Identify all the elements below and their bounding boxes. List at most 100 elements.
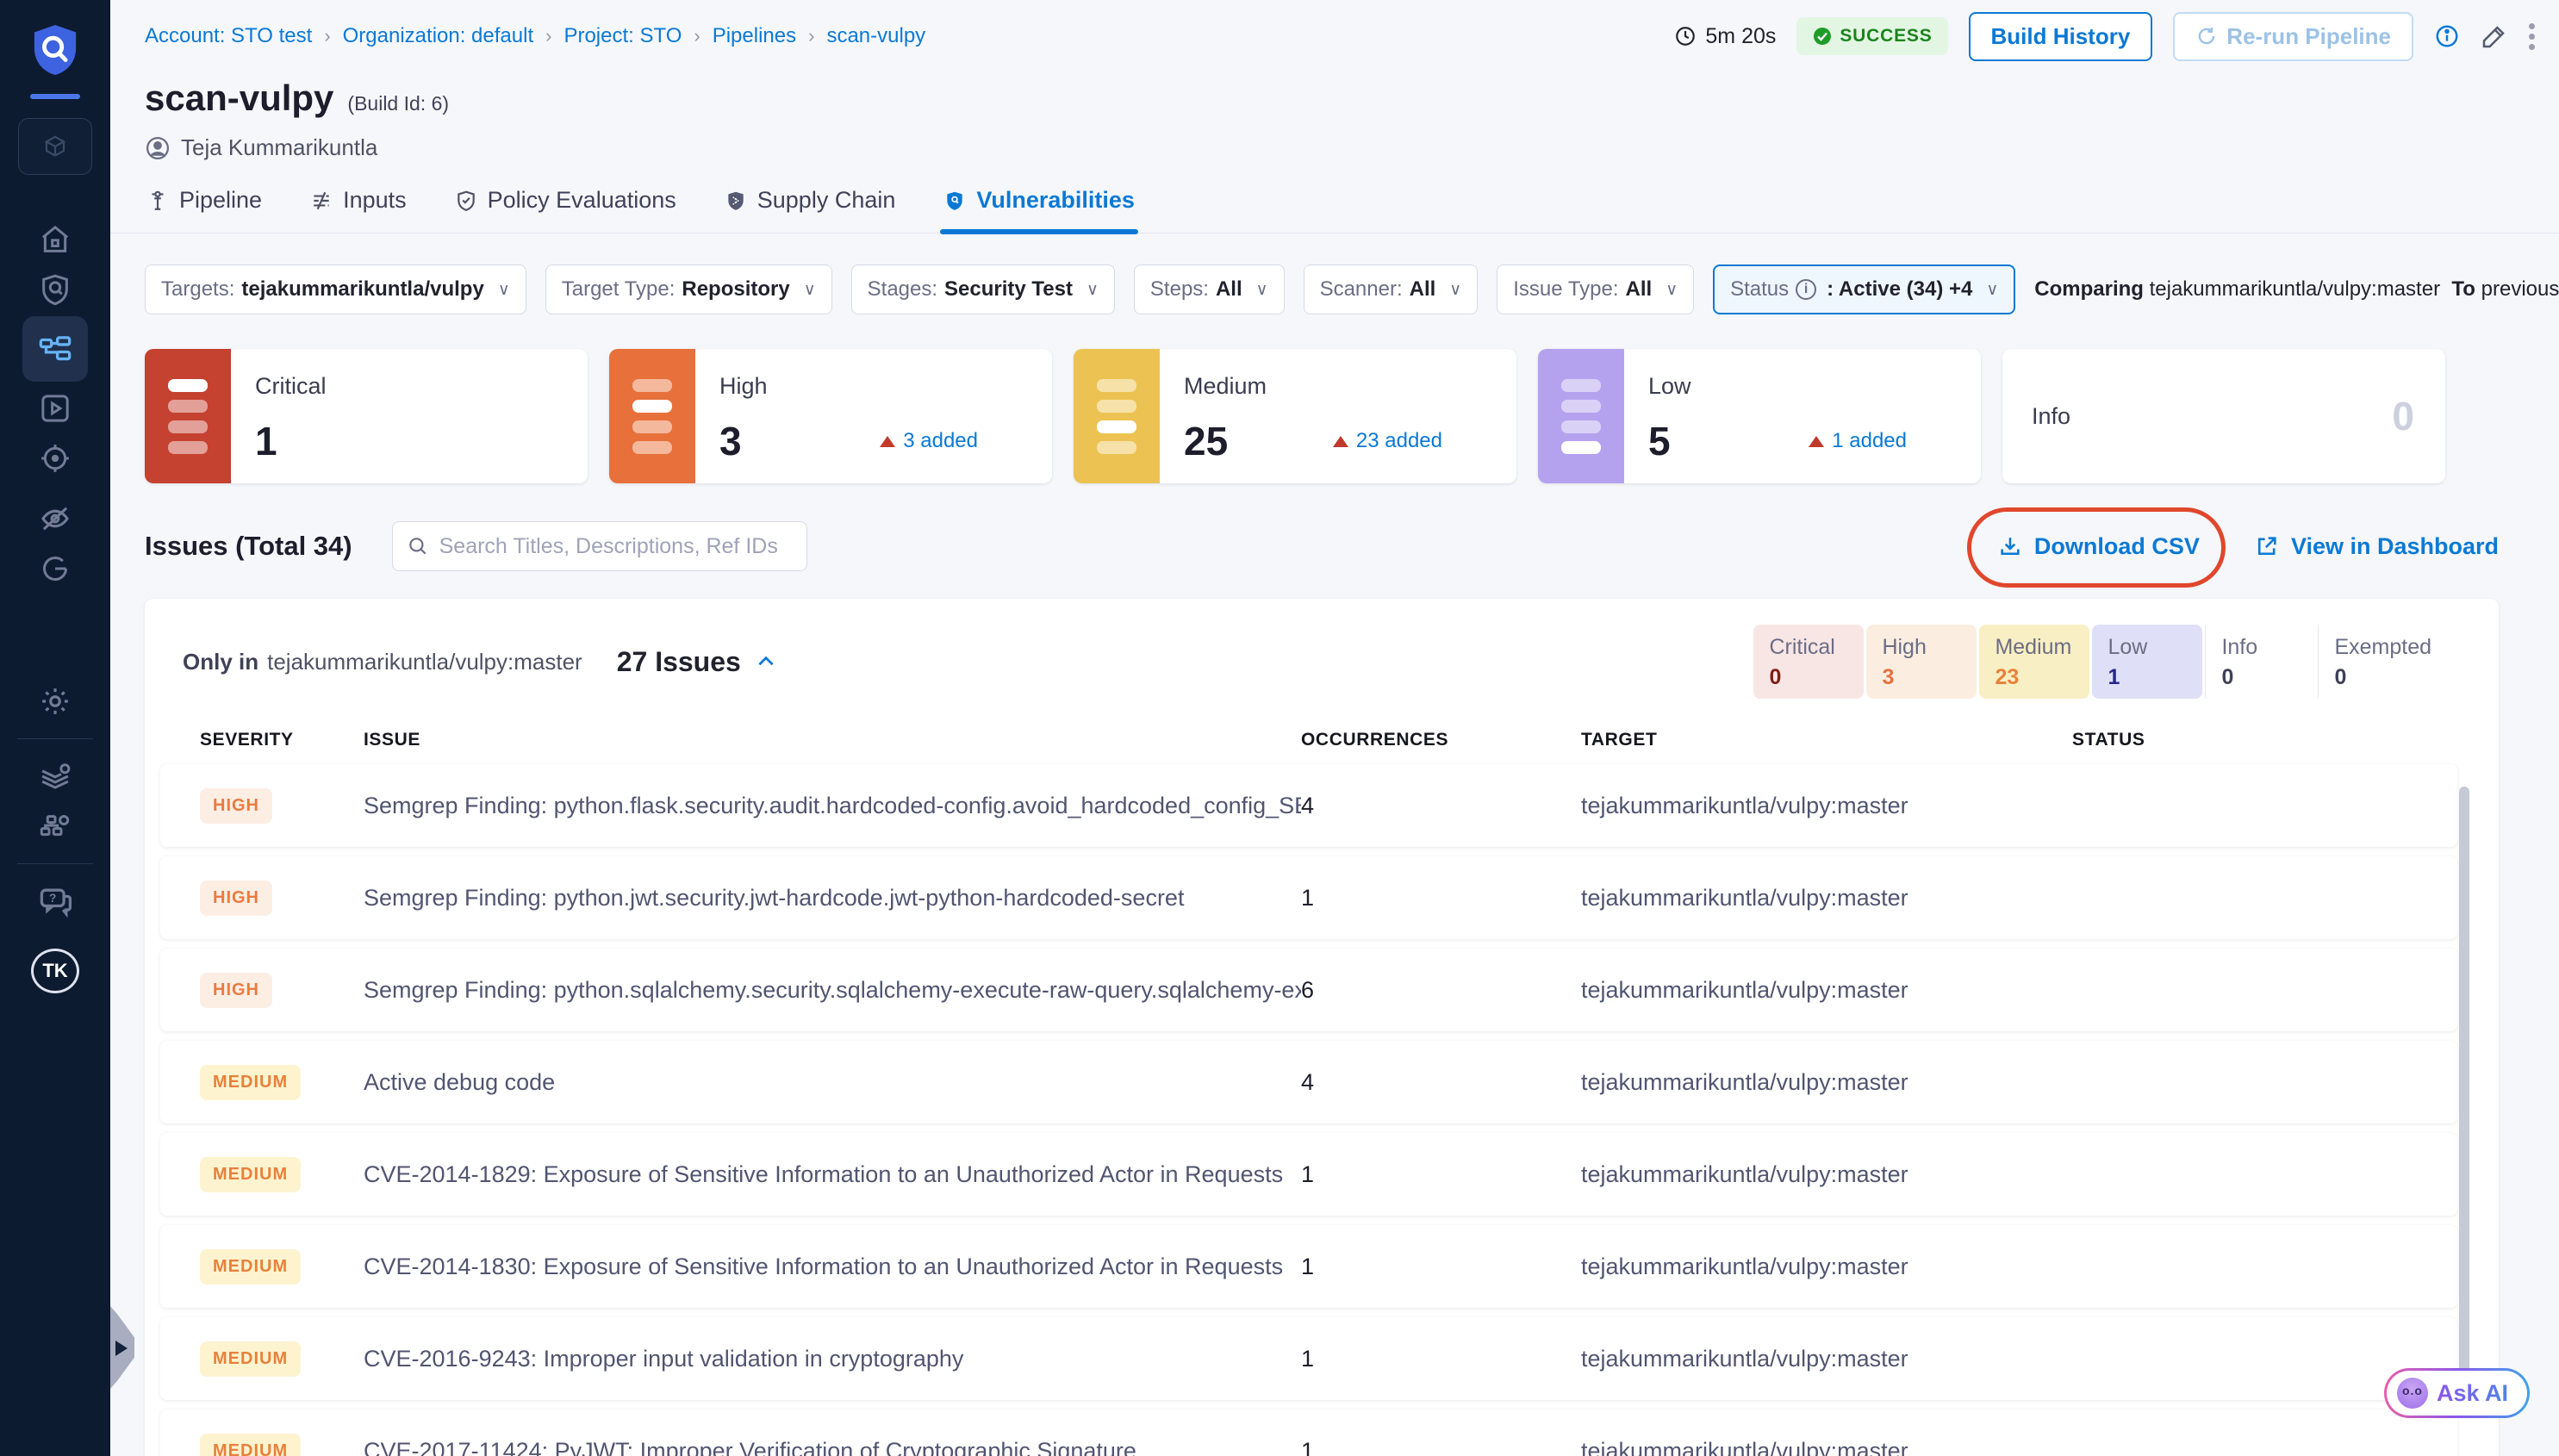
group-severity-summary: Critical0 High3 Medium23 Low1 Info0 Exem…: [1753, 625, 2449, 699]
filter-targets[interactable]: Targets:tejakummarikuntla/vulpy∨: [145, 264, 526, 314]
card-count: 0: [2392, 393, 2414, 439]
breadcrumb-account[interactable]: Account: STO test: [145, 24, 312, 48]
chevron-down-icon: ∨: [804, 280, 816, 300]
group-issue-count[interactable]: 27 Issues: [617, 646, 777, 678]
author-name: Teja Kummarikuntla: [181, 134, 377, 161]
chip-critical: Critical0: [1753, 625, 1864, 699]
triangle-up-icon: [1333, 436, 1348, 447]
table-row[interactable]: HIGH Semgrep Finding: python.jwt.securit…: [160, 856, 2457, 939]
triangle-up-icon: [1809, 436, 1824, 447]
breadcrumb: Account: STO test › Organization: defaul…: [145, 24, 925, 48]
occurrences: 6: [1301, 977, 1581, 1004]
filter-scanner[interactable]: Scanner:All∨: [1304, 264, 1479, 314]
table-row[interactable]: HIGH Semgrep Finding: python.sqlalchemy.…: [160, 949, 2457, 1031]
status-badge: SUCCESS: [1796, 17, 1947, 55]
filter-steps[interactable]: Steps:All∨: [1134, 264, 1285, 314]
sidebar-item-executions[interactable]: [22, 383, 88, 433]
target: tejakummarikuntla/vulpy:master: [1581, 1254, 2072, 1280]
issue-title: Semgrep Finding: python.flask.security.a…: [364, 793, 1301, 819]
issues-table: HIGH Semgrep Finding: python.flask.secur…: [145, 764, 2499, 1456]
sidebar-item-get-started[interactable]: [22, 544, 88, 594]
tab-policy-evaluations[interactable]: Policy Evaluations: [455, 187, 676, 233]
rerun-pipeline-button[interactable]: Re-run Pipeline: [2173, 12, 2413, 61]
download-icon: [1998, 534, 2022, 558]
issue-title: CVE-2014-1830: Exposure of Sensitive Inf…: [364, 1254, 1301, 1280]
filter-bar: Targets:tejakummarikuntla/vulpy∨ Target …: [110, 233, 2559, 314]
sidebar-item-settings[interactable]: [22, 676, 88, 726]
sidebar-item-pipelines[interactable]: [22, 316, 88, 382]
breadcrumb-current-pipeline[interactable]: scan-vulpy: [826, 24, 925, 48]
target: tejakummarikuntla/vulpy:master: [1581, 793, 2072, 819]
triangle-up-icon: [880, 436, 895, 447]
user-avatar[interactable]: TK: [31, 949, 79, 993]
added-count: 1 added: [1809, 429, 1907, 453]
table-row[interactable]: MEDIUM CVE-2014-1830: Exposure of Sensit…: [160, 1225, 2457, 1308]
col-target: TARGET: [1581, 730, 2072, 750]
check-circle-icon: [1812, 26, 1833, 47]
filter-issue-type[interactable]: Issue Type:All∨: [1497, 264, 1694, 314]
chevron-down-icon: ∨: [1666, 280, 1678, 300]
card-label: Low: [1648, 373, 1958, 400]
shield-vulnerabilities-icon: [943, 190, 966, 212]
issues-search[interactable]: [392, 521, 807, 571]
severity-badge: MEDIUM: [200, 1434, 301, 1456]
sidebar-item-ignored[interactable]: [22, 494, 88, 544]
info-icon[interactable]: [2434, 23, 2460, 49]
tab-bar: Pipeline Inputs Policy Evaluations Suppl…: [110, 187, 2559, 233]
table-row[interactable]: HIGH Semgrep Finding: python.flask.secur…: [160, 764, 2457, 847]
col-severity: SEVERITY: [200, 730, 364, 750]
severity-badge: MEDIUM: [200, 1249, 301, 1285]
search-input[interactable]: [439, 534, 793, 559]
tab-pipeline[interactable]: Pipeline: [146, 187, 262, 233]
external-link-icon: [2255, 534, 2279, 558]
sidebar-item-governance[interactable]: [22, 801, 88, 851]
module-switcher[interactable]: [18, 118, 92, 175]
breadcrumb-project[interactable]: Project: STO: [563, 24, 682, 48]
ask-ai-button[interactable]: Ask AI: [2384, 1368, 2530, 1418]
build-history-button[interactable]: Build History: [1969, 12, 2153, 61]
edit-pipeline-icon[interactable]: [2481, 22, 2508, 50]
occurrences: 1: [1301, 1161, 1581, 1188]
occurrences: 1: [1301, 1254, 1581, 1280]
occurrences: 1: [1301, 1346, 1581, 1372]
target: tejakummarikuntla/vulpy:master: [1581, 1069, 2072, 1096]
table-row[interactable]: MEDIUM Active debug code 4 tejakummariku…: [160, 1041, 2457, 1123]
low-severity-icon: [1538, 349, 1624, 483]
filter-status[interactable]: Statusi: Active (34) +4∨: [1713, 264, 2015, 314]
table-row[interactable]: MEDIUM CVE-2014-1829: Exposure of Sensit…: [160, 1133, 2457, 1216]
table-scrollbar[interactable]: [2459, 787, 2469, 1393]
issue-title: Active debug code: [364, 1069, 1301, 1096]
harness-sto-logo-icon[interactable]: [30, 22, 80, 82]
table-row[interactable]: MEDIUM CVE-2016-9243: Improper input val…: [160, 1317, 2457, 1400]
tab-inputs[interactable]: Inputs: [310, 187, 407, 233]
target: tejakummarikuntla/vulpy:master: [1581, 1346, 2072, 1372]
chip-medium: Medium23: [1979, 625, 2089, 699]
help-chat-icon[interactable]: ?: [22, 876, 88, 926]
target: tejakummarikuntla/vulpy:master: [1581, 1438, 2072, 1456]
download-csv-button[interactable]: Download CSV: [1998, 533, 2200, 560]
card-label: Info: [2032, 403, 2070, 430]
card-count: 5: [1648, 418, 1671, 464]
target: tejakummarikuntla/vulpy:master: [1581, 1161, 2072, 1188]
view-in-dashboard-button[interactable]: View in Dashboard: [2255, 533, 2499, 560]
group-target: tejakummarikuntla/vulpy:master: [267, 649, 582, 675]
refresh-icon: [2195, 25, 2218, 47]
svg-text:?: ?: [49, 892, 56, 905]
sidebar-item-home[interactable]: [22, 215, 88, 264]
page-title: scan-vulpy: [145, 78, 333, 119]
filter-target-type[interactable]: Target Type:Repository∨: [545, 264, 832, 314]
chevron-up-icon[interactable]: [755, 650, 777, 673]
author-row: Teja Kummarikuntla: [110, 134, 2559, 161]
severity-badge: HIGH: [200, 880, 272, 916]
more-options-icon[interactable]: [2529, 23, 2535, 50]
breadcrumb-pipelines[interactable]: Pipelines: [713, 24, 796, 48]
table-row[interactable]: MEDIUM CVE-2017-11424: PyJWT: Improper V…: [160, 1409, 2457, 1456]
breadcrumb-organization[interactable]: Organization: default: [343, 24, 533, 48]
tab-vulnerabilities[interactable]: Vulnerabilities: [943, 187, 1135, 233]
sidebar-item-default-settings[interactable]: [22, 751, 88, 801]
sidebar-item-overview[interactable]: [22, 264, 88, 314]
tab-supply-chain[interactable]: Supply Chain: [725, 187, 896, 233]
sidebar-item-targets[interactable]: [22, 433, 88, 483]
filter-stages[interactable]: Stages:Security Test∨: [851, 264, 1115, 314]
added-count: 3 added: [880, 429, 978, 453]
